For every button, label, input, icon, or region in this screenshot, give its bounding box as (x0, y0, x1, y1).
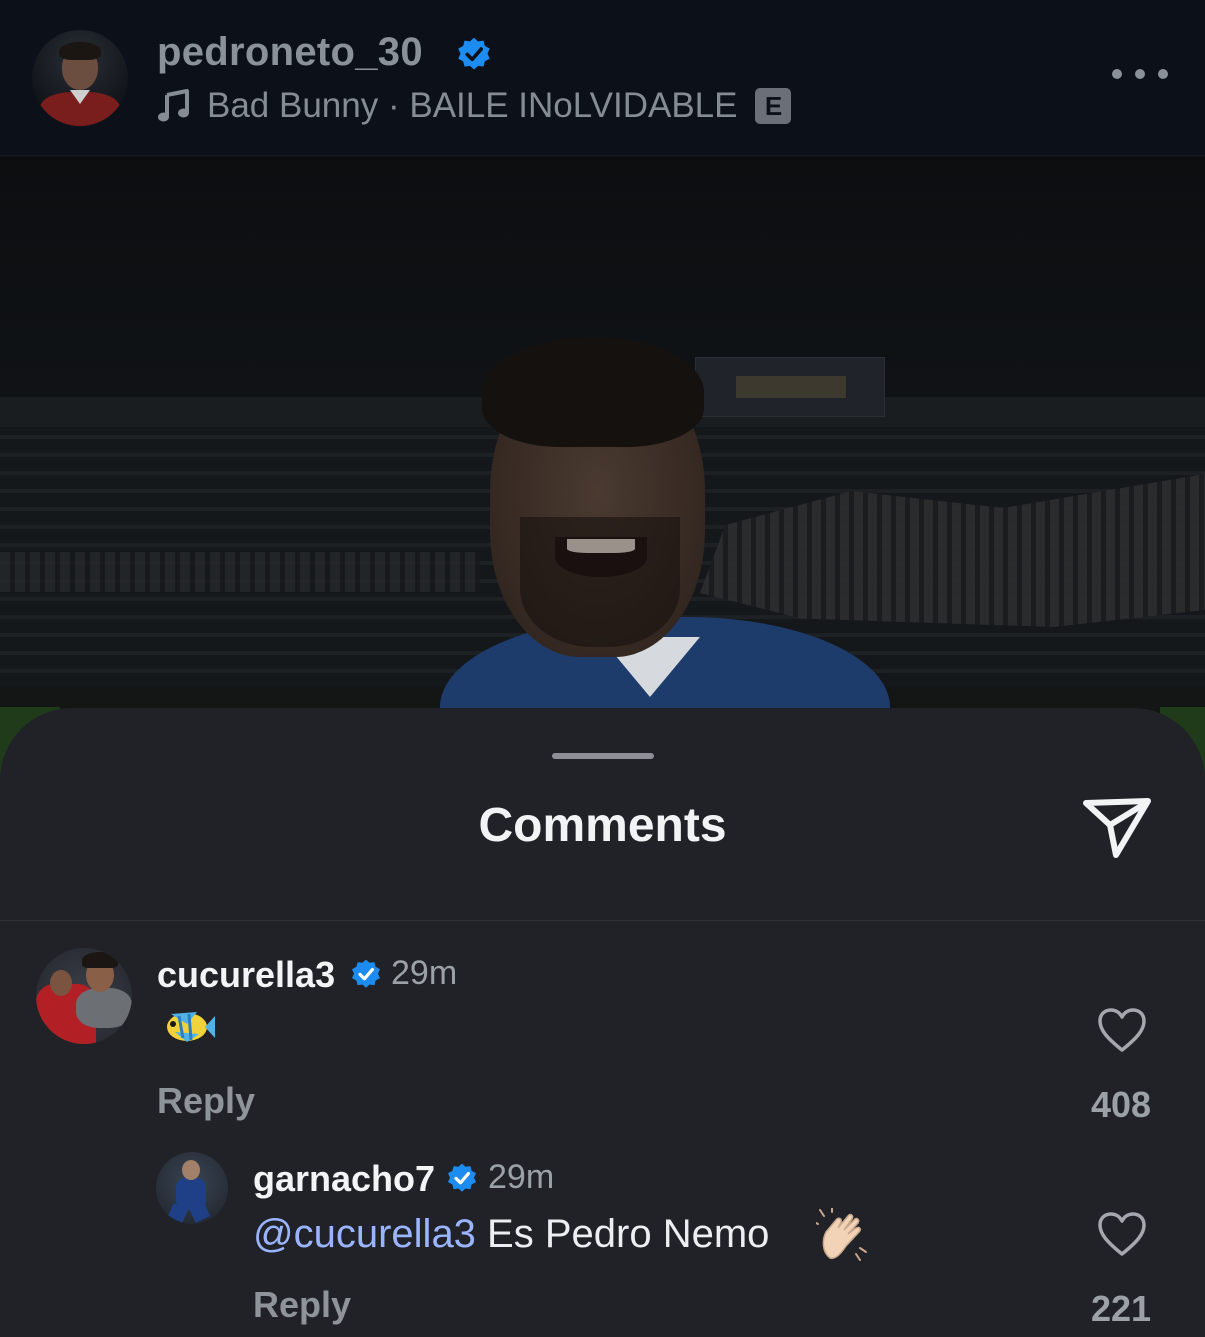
author-username[interactable]: pedroneto_30 (157, 30, 423, 75)
music-note-icon (158, 89, 189, 122)
music-track: BAILE INoLVIDABLE (409, 86, 738, 125)
avatar-face (182, 1160, 200, 1180)
avatar-hair (59, 42, 101, 60)
comment-text: @cucurella3 Es Pedro Nemo (253, 1212, 781, 1257)
comments-sheet: Comments cucurella3 29m Reply 408 garnac… (0, 708, 1205, 1337)
more-dot (1158, 69, 1168, 79)
music-info[interactable]: Bad Bunny · BAILE INoLVIDABLE E (157, 86, 792, 126)
avatar-hair (82, 952, 118, 968)
comment-time: 29m (488, 1158, 555, 1196)
stadium-seats-left (0, 552, 480, 592)
music-artist: Bad Bunny (207, 86, 379, 125)
comment-username[interactable]: garnacho7 (253, 1158, 435, 1200)
like-heart-icon[interactable] (1097, 1212, 1147, 1258)
music-separator: · (378, 86, 410, 125)
like-count: 408 (1090, 1084, 1152, 1125)
stadium-sign (695, 357, 885, 417)
post-photo[interactable] (0, 157, 1205, 777)
more-dot (1135, 69, 1145, 79)
fish-emoji (167, 1012, 215, 1042)
reply-button[interactable]: Reply (253, 1284, 351, 1326)
more-options-icon[interactable] (1112, 64, 1168, 84)
send-icon[interactable] (1080, 793, 1154, 861)
explicit-badge: E (755, 88, 792, 124)
verified-badge-icon (458, 37, 490, 70)
player-smile (555, 537, 647, 577)
verified-badge-icon (448, 1163, 476, 1192)
like-heart-icon[interactable] (1097, 1008, 1147, 1054)
sheet-divider (0, 920, 1205, 921)
comment-username[interactable]: cucurella3 (157, 954, 335, 996)
avatar-trophy (76, 988, 132, 1028)
comment-avatar[interactable] (36, 948, 132, 1044)
player-hair (482, 337, 704, 447)
author-avatar[interactable] (32, 30, 128, 126)
sheet-grabber-handle[interactable] (552, 753, 654, 759)
comments-title: Comments (478, 799, 727, 852)
clapping-hands-emoji (816, 1208, 867, 1261)
comment-avatar[interactable] (156, 1152, 228, 1224)
comment-body: Es Pedro Nemo (475, 1212, 781, 1256)
comment-time: 29m (391, 954, 458, 992)
reply-button[interactable]: Reply (157, 1080, 255, 1122)
verified-badge-icon (352, 959, 380, 988)
more-dot (1112, 69, 1122, 79)
like-count: 221 (1090, 1288, 1152, 1329)
post-header: pedroneto_30 Bad Bunny · BAILE INoLVIDAB… (0, 0, 1205, 156)
avatar-face (50, 970, 72, 996)
user-mention-link[interactable]: @cucurella3 (253, 1212, 476, 1256)
